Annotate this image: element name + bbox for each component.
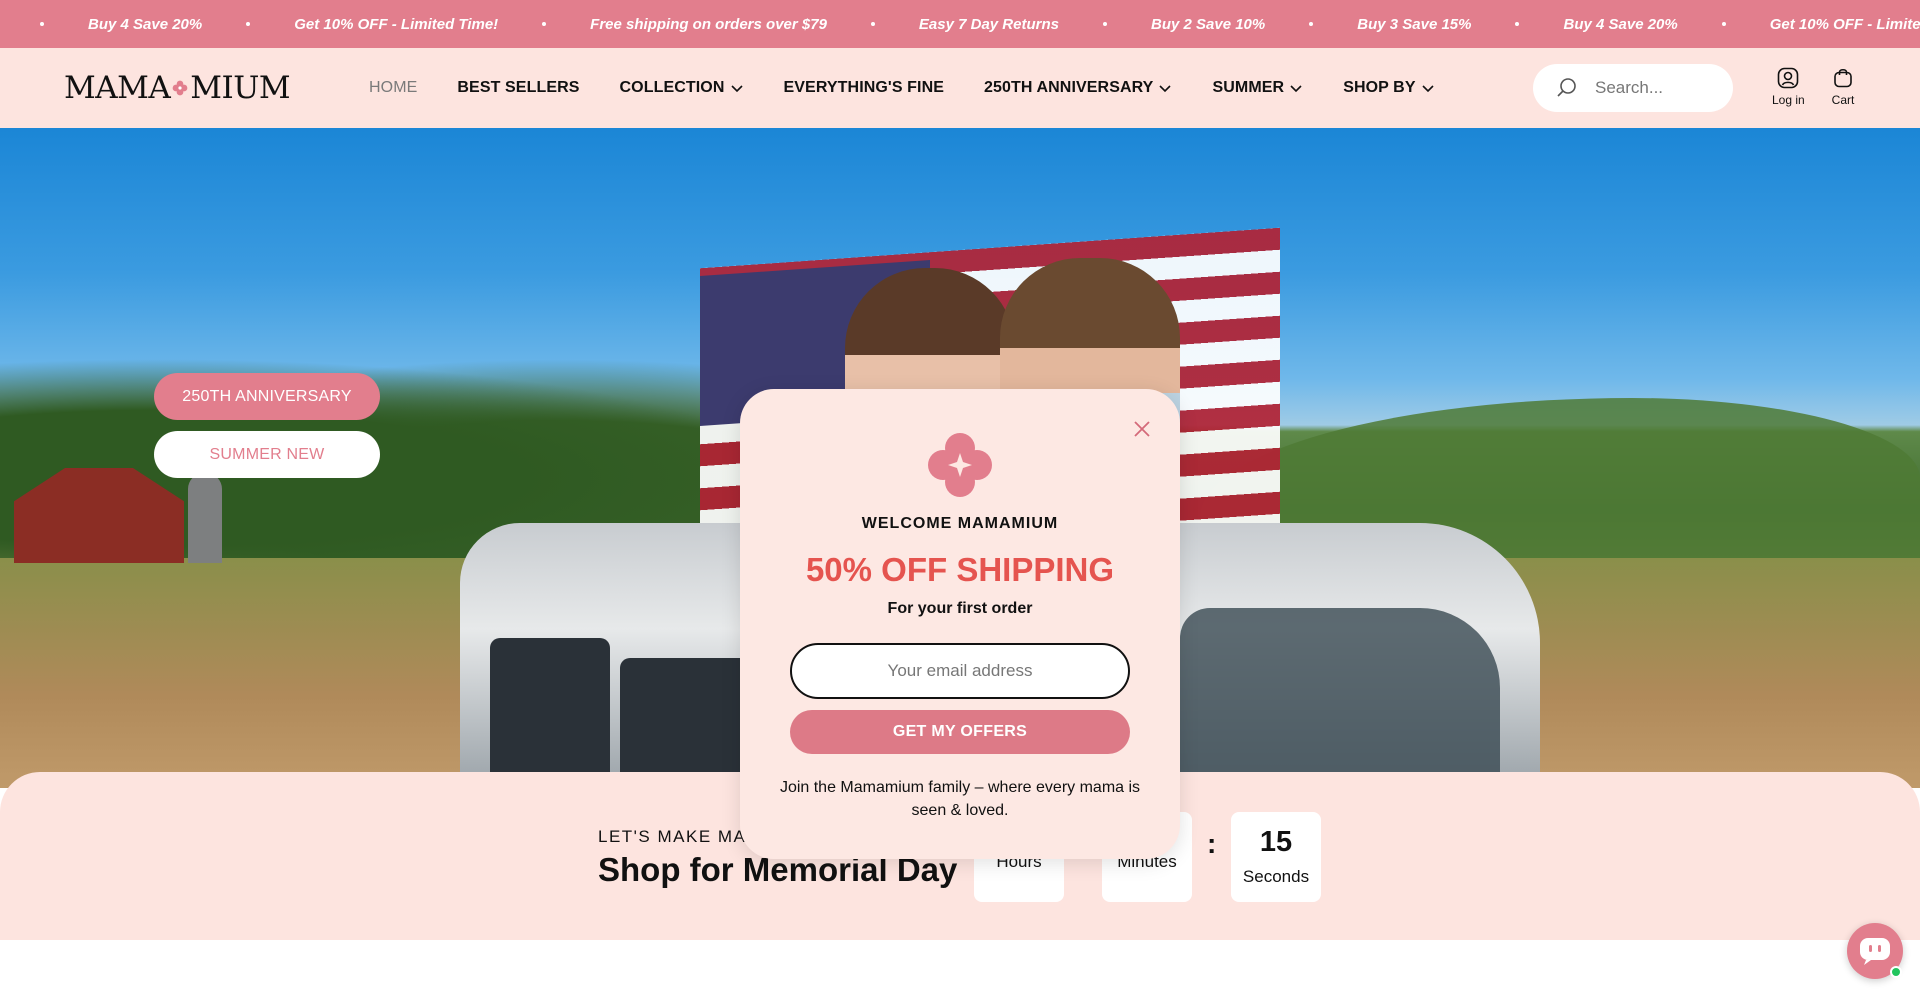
announcement-separator bbox=[1102, 22, 1107, 26]
login-label: Log in bbox=[1772, 93, 1805, 107]
hero-truck-window bbox=[490, 638, 610, 788]
email-field[interactable] bbox=[810, 661, 1110, 681]
announcement-item: Buy 2 Save 10% bbox=[1150, 15, 1266, 33]
popup-subtitle: For your first order bbox=[887, 600, 1033, 617]
announcement-item: Buy 4 Save 20% bbox=[88, 15, 203, 33]
login-button[interactable]: Log in bbox=[1772, 66, 1805, 107]
hero-anniversary-button[interactable]: 250TH ANNIVERSARY bbox=[154, 373, 380, 420]
chevron-down-icon bbox=[730, 85, 743, 93]
announcement-item: Buy 3 Save 15% bbox=[1357, 15, 1472, 33]
hero-truck-windshield bbox=[1180, 608, 1500, 788]
logo-text-right: MIUM bbox=[190, 70, 291, 106]
main-nav: HOME BEST SELLERS COLLECTION EVERYTHING'… bbox=[369, 48, 1475, 128]
hero-summer-new-button[interactable]: SUMMER NEW bbox=[154, 431, 380, 478]
announcement-separator bbox=[1309, 22, 1314, 26]
announcement-item: Get 10% OFF - Limited Time! bbox=[294, 15, 499, 33]
announcement-separator bbox=[542, 22, 547, 26]
countdown-seconds: 15 Seconds bbox=[1231, 812, 1321, 902]
logo-flower-icon bbox=[172, 80, 188, 96]
search-box[interactable] bbox=[1533, 64, 1733, 112]
countdown-seconds-label: Seconds bbox=[1242, 866, 1310, 886]
nav-item-250th-anniversary[interactable]: 250TH ANNIVERSARY bbox=[984, 79, 1172, 97]
hero-silo bbox=[188, 473, 222, 563]
nav-item-everythings-fine[interactable]: EVERYTHING'S FINE bbox=[784, 79, 945, 97]
announcement-item: Get 10% OFF - Limited Time! bbox=[1769, 15, 1920, 33]
popup-welcome: WELCOME MAMAMIUM bbox=[861, 515, 1059, 532]
email-field-wrapper bbox=[790, 643, 1130, 699]
announcement-item: Buy 4 Save 20% bbox=[1563, 15, 1678, 33]
close-icon[interactable] bbox=[1130, 417, 1154, 441]
brand-flower-icon bbox=[928, 433, 992, 497]
site-logo[interactable]: MAMA MIUM bbox=[64, 70, 291, 106]
countdown-separator: : bbox=[1207, 828, 1217, 859]
nav-item-label: 250TH ANNIVERSARY bbox=[984, 79, 1154, 96]
page-content-below bbox=[0, 940, 1920, 993]
announcement-item: Easy 7 Day Returns bbox=[918, 15, 1059, 33]
chevron-down-icon bbox=[1159, 85, 1172, 93]
cart-button[interactable]: Cart bbox=[1831, 66, 1855, 107]
announcement-separator bbox=[246, 22, 251, 26]
nav-item-home[interactable]: HOME bbox=[369, 79, 417, 97]
nav-item-collection[interactable]: COLLECTION bbox=[620, 79, 744, 97]
announcement-track: Buy 4 Save 20% Get 10% OFF - Limited Tim… bbox=[0, 0, 1920, 48]
nav-item-shop-by[interactable]: SHOP BY bbox=[1343, 79, 1434, 97]
search-icon bbox=[1557, 78, 1576, 97]
chevron-down-icon bbox=[1290, 85, 1302, 93]
announcement-separator bbox=[40, 22, 44, 26]
announcement-separator bbox=[1515, 22, 1520, 26]
announcement-bar: Buy 4 Save 20% Get 10% OFF - Limited Tim… bbox=[0, 0, 1920, 48]
countdown-seconds-value: 15 bbox=[1259, 825, 1293, 858]
nav-item-label: HOME bbox=[369, 79, 418, 96]
welcome-popup: WELCOME MAMAMIUM 50% OFF SHIPPING For yo… bbox=[740, 389, 1180, 859]
user-icon bbox=[1778, 67, 1799, 89]
nav-item-label: EVERYTHING'S FINE bbox=[783, 79, 945, 96]
cart-label: Cart bbox=[1831, 93, 1855, 107]
popup-offer: 50% OFF SHIPPING bbox=[805, 551, 1115, 588]
nav-item-label: COLLECTION bbox=[619, 79, 725, 96]
nav-item-label: SHOP BY bbox=[1343, 79, 1416, 96]
announcement-separator bbox=[870, 22, 875, 26]
nav-item-label: BEST SELLERS bbox=[457, 79, 580, 96]
chat-icon bbox=[1860, 938, 1890, 965]
nav-item-best-sellers[interactable]: BEST SELLERS bbox=[457, 79, 579, 97]
online-status-dot bbox=[1890, 966, 1902, 978]
nav-item-summer[interactable]: SUMMER bbox=[1212, 79, 1303, 97]
countdown-eyebrow: LET'S MAKE MAG bbox=[598, 827, 762, 846]
nav-item-label: SUMMER bbox=[1212, 79, 1285, 96]
announcement-separator bbox=[1721, 22, 1726, 26]
get-offers-button[interactable]: GET MY OFFERS bbox=[790, 710, 1130, 754]
search-input[interactable] bbox=[1595, 78, 1725, 98]
hero-truck-window bbox=[620, 658, 750, 788]
chevron-down-icon bbox=[1422, 85, 1434, 93]
logo-text-left: MAMA bbox=[64, 70, 171, 106]
announcement-item: Free shipping on orders over $79 bbox=[590, 15, 827, 33]
cart-icon bbox=[1834, 68, 1852, 88]
popup-footer-text: Join the Mamamium family – where every m… bbox=[779, 779, 1141, 819]
site-header: MAMA MIUM HOME BEST SELLERS COLLECTION E… bbox=[0, 48, 1920, 128]
